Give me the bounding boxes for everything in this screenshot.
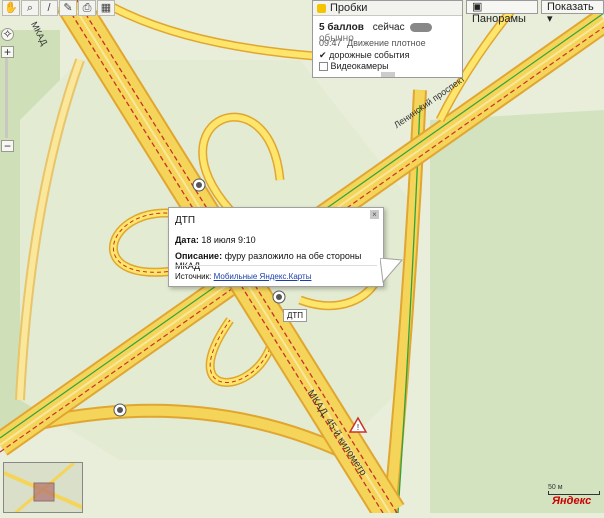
show-menu-button[interactable]: Показать ▾ [541, 0, 604, 25]
zoom-in-button[interactable]: + [1, 46, 14, 58]
collapse-icon[interactable] [381, 72, 395, 77]
incident-marker-1 [192, 178, 206, 192]
marker-tag[interactable]: ДТП [283, 309, 308, 322]
chevron-down-icon: ▾ [547, 13, 553, 25]
option-road-events[interactable]: ✔ дорожные события [319, 50, 409, 61]
source-link[interactable]: Мобильные Яндекс.Карты [214, 272, 312, 281]
traffic-score: 5 баллов [319, 22, 364, 33]
incident-marker-3 [272, 290, 286, 304]
ruler-icon[interactable]: / [40, 0, 58, 16]
traffic-header-label: Пробки [330, 2, 368, 14]
magnifier-icon[interactable]: ⌕ [21, 0, 39, 16]
mode-toggle[interactable] [410, 22, 433, 32]
description-label: Описание: [175, 251, 223, 261]
compass-icon[interactable]: ✧ [1, 28, 14, 41]
traffic-light-icon [317, 3, 326, 13]
zoom-out-button[interactable]: − [1, 140, 14, 152]
checkbox-empty-icon[interactable] [319, 62, 328, 72]
traffic-panel: Пробки 5 баллов сейчас обычно 09:47 Движ… [312, 0, 463, 78]
yandex-logo[interactable]: Яндекс [552, 495, 591, 507]
checkbox-checked-icon[interactable]: ✔ [319, 50, 327, 60]
option-cameras-label: Видеокамеры [330, 61, 389, 71]
option-road-events-label: дорожные события [329, 50, 410, 60]
zoom-slider-track[interactable] [5, 58, 8, 138]
scale-label: 50 м [548, 484, 563, 491]
minimap[interactable] [3, 462, 83, 513]
traffic-status: Движение плотное [347, 38, 426, 48]
print-icon[interactable]: ⎙ [78, 0, 96, 16]
option-cameras[interactable]: Видеокамеры [319, 61, 389, 72]
svg-text:!: ! [357, 423, 359, 432]
incident-popup: ДТП × Дата: 18 июля 9:10 Описание: фуру … [168, 207, 384, 287]
popup-tail [380, 258, 404, 284]
show-menu-label: Показать [547, 1, 594, 13]
panorama-icon: ▣ [472, 1, 483, 13]
incident-marker-2 [113, 403, 127, 417]
scale-bar: 50 м [548, 484, 600, 495]
hand-icon[interactable]: ✋ [2, 0, 20, 16]
popup-divider [175, 265, 377, 266]
sticker-icon[interactable]: ✎ [59, 0, 77, 16]
layers-icon[interactable]: ▦ [97, 0, 115, 16]
close-icon[interactable]: × [370, 210, 379, 219]
date-value: 18 июля 9:10 [201, 235, 256, 245]
panoramas-label: Панорамы [472, 13, 526, 25]
mode-now-label: сейчас [372, 22, 405, 33]
date-label: Дата: [175, 235, 199, 245]
source-label: Источник: [175, 272, 212, 281]
traffic-time: 09:47 [319, 38, 342, 48]
panoramas-button[interactable]: ▣ Панорамы [466, 0, 538, 25]
popup-title: ДТП [175, 215, 196, 226]
traffic-header[interactable]: Пробки [313, 1, 462, 16]
